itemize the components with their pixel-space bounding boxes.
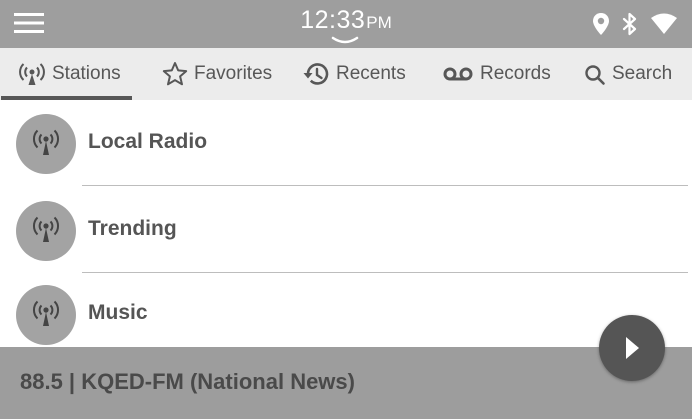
broadcast-antenna-icon [33,216,59,242]
play-icon [626,337,639,359]
list-item-local-radio[interactable]: Local Radio [0,100,692,186]
station-avatar [16,285,76,345]
voicemail-icon [443,67,473,81]
tab-recents[interactable]: Recents [302,48,406,100]
play-button[interactable] [599,315,665,381]
clock: 12:33PM [0,6,692,35]
assistant-indicator-icon [331,36,359,44]
tab-records[interactable]: Records [442,48,551,100]
tab-search[interactable]: Search [584,48,672,100]
list-item-music[interactable]: Music [0,271,692,347]
now-playing-bar[interactable]: 88.5 | KQED-FM (National News) [0,347,692,419]
clock-time: 12:33 [300,6,366,34]
tab-favorites[interactable]: Favorites [162,48,272,100]
radio-tower-icon [19,63,45,85]
station-list: Local Radio Trending Music [0,100,692,347]
station-avatar [16,114,76,174]
status-bar: 12:33PM [0,0,692,48]
tab-favorites-label: Favorites [194,63,273,84]
now-playing-text: 88.5 | KQED-FM (National News) [20,369,355,394]
tab-search-label: Search [612,63,673,84]
divider [82,185,688,186]
broadcast-antenna-icon [33,300,59,326]
station-label: Local Radio [88,130,208,153]
status-icons [592,10,678,38]
station-label: Trending [88,217,177,240]
location-icon [593,13,609,35]
list-item-trending[interactable]: Trending [0,187,692,273]
search-icon [585,65,605,85]
station-avatar [16,201,76,261]
tab-records-label: Records [480,63,551,84]
tab-stations-label: Stations [52,63,121,84]
clock-ampm: PM [366,13,392,32]
wifi-icon [651,13,677,34]
bluetooth-icon [622,12,637,36]
station-label: Music [88,301,148,324]
broadcast-antenna-icon [33,129,59,155]
tab-bar: Stations Favorites Recents Records Searc… [0,48,692,100]
history-icon [303,63,329,85]
star-outline-icon [162,62,188,86]
tab-stations[interactable]: Stations [18,48,121,100]
tab-recents-label: Recents [336,63,406,84]
